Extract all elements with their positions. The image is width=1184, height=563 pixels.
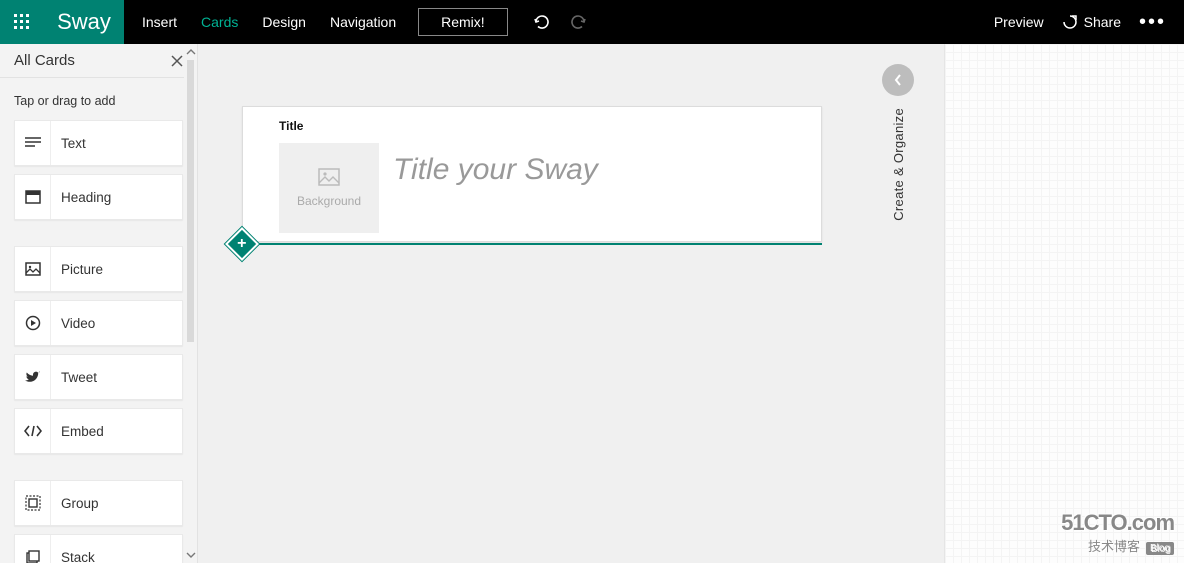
card-embed[interactable]: Embed [14, 408, 183, 454]
collapse-panel-button[interactable] [882, 64, 914, 96]
scroll-up-button[interactable] [184, 44, 197, 60]
storyline-stage[interactable]: Title Background + Create & Organize [198, 44, 944, 563]
share-icon [1062, 14, 1078, 30]
sidebar: All Cards Tap or drag to add Text Headin… [0, 44, 198, 563]
embed-icon [15, 409, 51, 453]
tweet-icon [15, 355, 51, 399]
app-launcher-button[interactable] [0, 0, 44, 44]
card-picture[interactable]: Picture [14, 246, 183, 292]
card-label: Embed [51, 424, 104, 439]
sidebar-list: Tap or drag to add Text Heading Picture [0, 78, 197, 563]
scroll-down-button[interactable] [184, 547, 197, 563]
scroll-thumb[interactable] [187, 60, 194, 342]
menu-navigation[interactable]: Navigation [318, 0, 408, 44]
card-label: Tweet [51, 370, 97, 385]
text-icon [15, 121, 51, 165]
redo-icon [570, 13, 588, 31]
undo-button[interactable] [532, 13, 550, 31]
main-menu: Insert Cards Design Navigation Remix! [130, 0, 508, 44]
card-group[interactable]: Group [14, 480, 183, 526]
sidebar-header: All Cards [0, 44, 197, 78]
menu-cards[interactable]: Cards [189, 0, 250, 44]
close-icon [171, 55, 183, 67]
title-card[interactable]: Title Background [242, 106, 822, 242]
card-label: Picture [51, 262, 103, 277]
history-controls [532, 0, 588, 44]
canvas: Title Background + Create & Organize [198, 44, 1184, 563]
card-video[interactable]: Video [14, 300, 183, 346]
watermark-badge: Blog [1146, 542, 1174, 555]
card-label: Text [51, 136, 86, 151]
title-input[interactable] [393, 153, 801, 187]
watermark-line2: 技术博客 [1088, 536, 1140, 555]
menu-insert[interactable]: Insert [130, 0, 189, 44]
share-label: Share [1084, 14, 1121, 30]
preview-strip: 51CTO.com 技术博客 Blog [944, 44, 1184, 563]
card-text[interactable]: Text [14, 120, 183, 166]
plus-icon: + [237, 236, 246, 252]
video-icon [15, 301, 51, 345]
watermark-line1: 51CTO.com [1061, 510, 1174, 536]
chevron-up-icon [186, 49, 196, 55]
sidebar-hint: Tap or drag to add [14, 94, 183, 108]
card-label: Stack [51, 550, 95, 563]
card-label: Video [51, 316, 95, 331]
stack-icon [15, 535, 51, 563]
scroll-track[interactable] [184, 60, 197, 547]
sidebar-close-button[interactable] [171, 55, 183, 67]
card-label: Heading [51, 190, 111, 205]
remix-button[interactable]: Remix! [418, 8, 508, 36]
top-bar: Sway Insert Cards Design Navigation Remi… [0, 0, 1184, 44]
timeline-line [242, 243, 822, 245]
card-stack[interactable]: Stack [14, 534, 183, 563]
image-placeholder-icon [318, 168, 340, 186]
picture-icon [15, 247, 51, 291]
card-tweet[interactable]: Tweet [14, 354, 183, 400]
preview-button[interactable]: Preview [994, 14, 1044, 30]
share-button[interactable]: Share [1062, 14, 1121, 30]
timeline: + [242, 242, 822, 246]
background-picker[interactable]: Background [279, 143, 379, 233]
sidebar-scrollbar[interactable] [184, 44, 197, 563]
watermark: 51CTO.com 技术博客 Blog [1061, 510, 1174, 555]
card-heading[interactable]: Heading [14, 174, 183, 220]
heading-icon [15, 175, 51, 219]
chevron-down-icon [186, 552, 196, 558]
right-menu: Preview Share ••• [994, 0, 1184, 44]
background-label: Background [297, 194, 361, 208]
redo-button[interactable] [570, 13, 588, 31]
group-icon [15, 481, 51, 525]
undo-icon [532, 13, 550, 31]
chevron-left-icon [893, 73, 903, 87]
preview-label: Preview [994, 14, 1044, 30]
card-label: Group [51, 496, 99, 511]
sidebar-title: All Cards [14, 52, 75, 69]
waffle-icon [14, 14, 30, 30]
title-card-label: Title [279, 119, 303, 133]
menu-design[interactable]: Design [250, 0, 318, 44]
brand-label[interactable]: Sway [44, 0, 124, 44]
mode-label: Create & Organize [891, 108, 906, 221]
